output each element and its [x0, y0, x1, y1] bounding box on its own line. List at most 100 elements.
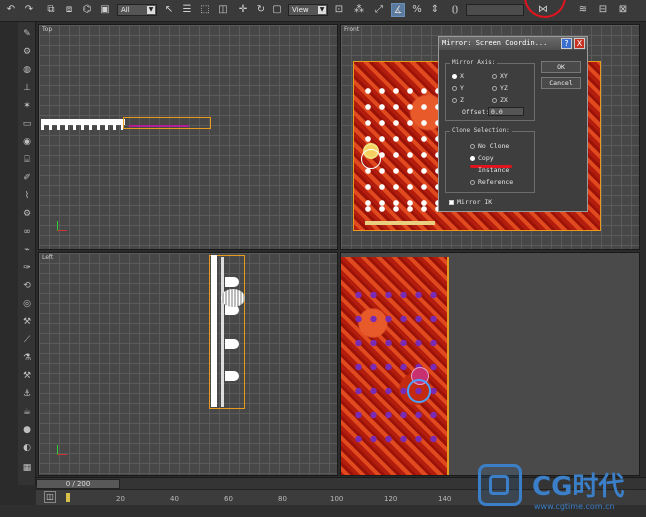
axis-option-y[interactable]: Y: [452, 84, 464, 92]
offset-field[interactable]: 0.0: [488, 107, 524, 116]
select-by-name-icon[interactable]: ☰: [180, 3, 194, 17]
viewport-top[interactable]: Top: [38, 24, 338, 250]
selection-filter-dropdown[interactable]: All ▼: [117, 4, 157, 16]
window-crossing-icon[interactable]: ◫: [216, 3, 230, 17]
radio-icon: [470, 155, 475, 161]
offset-value: 0.0: [491, 108, 503, 116]
knife-icon[interactable]: ⟋: [20, 334, 34, 346]
paint-icon[interactable]: ✑: [20, 262, 34, 274]
lasso-icon[interactable]: ⌇: [20, 190, 34, 202]
sphere-icon[interactable]: ●: [20, 424, 34, 436]
magenta-line: [129, 125, 189, 127]
material-icon[interactable]: ◐: [20, 442, 34, 454]
purple-dots-grid: [351, 283, 439, 453]
rect-region-icon[interactable]: ⬚: [198, 3, 212, 17]
render-icon[interactable]: ▦: [20, 462, 34, 474]
cylinder-icon[interactable]: ⌸: [20, 154, 34, 166]
reference-coord-value: View: [292, 6, 309, 14]
snap-toggle-icon[interactable]: ⁂: [352, 3, 366, 17]
named-selection-field[interactable]: [466, 4, 524, 16]
rotate-icon[interactable]: ↻: [254, 3, 268, 17]
tool-icon[interactable]: ⚒: [20, 316, 34, 328]
mirror-ik-checkbox[interactable]: Mirror IK: [449, 198, 492, 206]
display-icon[interactable]: ▭: [20, 118, 34, 130]
checkbox-icon: [449, 199, 454, 205]
axis-option-yz[interactable]: YZ: [492, 84, 508, 92]
watermark-url: www.cgtime.com.cn: [534, 502, 615, 511]
snap-icon[interactable]: ⤢: [372, 3, 386, 17]
redo-icon[interactable]: ↷: [22, 3, 36, 17]
link-icon[interactable]: ∞: [20, 226, 34, 238]
radio-icon: [492, 85, 497, 91]
curve-editor-icon[interactable]: ⊠: [616, 3, 630, 17]
scale-icon[interactable]: ▢: [270, 3, 284, 17]
star-icon[interactable]: ✶: [20, 100, 34, 112]
select-link-icon[interactable]: ⧉: [44, 3, 58, 17]
viewport-left[interactable]: Left: [38, 252, 338, 476]
clone-option-copy[interactable]: Copy: [470, 154, 494, 162]
align-icon[interactable]: ⊟: [596, 3, 610, 17]
teapot-icon[interactable]: ☕: [20, 406, 34, 418]
knob-ring: [407, 379, 431, 403]
motion-icon[interactable]: ⊥: [20, 82, 34, 94]
undo-icon[interactable]: ↶: [4, 3, 18, 17]
hammer-icon[interactable]: ⚒: [20, 370, 34, 382]
unlink-icon[interactable]: ⧈: [62, 3, 76, 17]
axis-gizmo: [57, 445, 67, 455]
axis-option-zx[interactable]: ZX: [492, 96, 508, 104]
gear-icon[interactable]: ⚙: [20, 208, 34, 220]
viewport-label: Front: [344, 26, 360, 33]
camera-icon[interactable]: ◉: [20, 136, 34, 148]
selected-object-outline: [123, 117, 211, 129]
bind-space-warp-icon[interactable]: ⌬: [80, 3, 94, 17]
curve-icon[interactable]: ◫: [44, 491, 56, 503]
wrench-icon[interactable]: ⚗: [20, 352, 34, 364]
close-button[interactable]: X: [574, 38, 585, 49]
create-icon[interactable]: ✎: [20, 28, 34, 40]
brush-icon[interactable]: ⌁: [20, 244, 34, 256]
percent-snap-icon[interactable]: %: [410, 3, 424, 17]
spinner-snap-icon[interactable]: ⇕: [428, 3, 442, 17]
tick-label: 40: [170, 495, 179, 503]
tick-label: 60: [224, 495, 233, 503]
mirror-axis-title: Mirror Axis:: [450, 59, 498, 66]
clone-option-instance[interactable]: Instance: [478, 166, 509, 174]
white-dots-row: [361, 201, 441, 215]
peg: [225, 277, 239, 287]
highlight-circle: [524, 0, 566, 18]
ok-button[interactable]: OK: [541, 61, 581, 73]
axis-option-xy[interactable]: XY: [492, 72, 508, 80]
axis-option-z[interactable]: Z: [452, 96, 464, 104]
edit-named-selection-icon[interactable]: ⦅⦆: [448, 3, 462, 17]
bind-icon[interactable]: ▣: [98, 3, 112, 17]
move-icon[interactable]: ✛: [236, 3, 250, 17]
watermark: CG时代 www.cgtime.com.cn: [468, 462, 646, 517]
viewport-perspective[interactable]: [340, 252, 640, 476]
clone-option-no-clone[interactable]: No Clone: [470, 142, 509, 150]
radio-icon: [470, 179, 475, 185]
time-slider-thumb[interactable]: 0 / 200: [36, 479, 120, 489]
hierarchy-icon[interactable]: ◍: [20, 64, 34, 76]
ring-icon[interactable]: ◎: [20, 298, 34, 310]
pen-icon[interactable]: ✐: [20, 172, 34, 184]
loop-icon[interactable]: ⟲: [20, 280, 34, 292]
cancel-button[interactable]: Cancel: [541, 77, 581, 89]
clone-selection-title: Clone Selection:: [450, 127, 512, 134]
help-button[interactable]: ?: [561, 38, 572, 49]
viewport-label: Top: [42, 26, 53, 33]
reference-coord-dropdown[interactable]: View ▼: [288, 4, 328, 16]
pivot-icon[interactable]: ⊡: [332, 3, 346, 17]
knob-mesh: [221, 289, 245, 307]
tick-label: 140: [438, 495, 452, 503]
axis-option-x[interactable]: X: [452, 72, 464, 80]
angle-snap-icon[interactable]: ∡: [391, 3, 405, 17]
radio-icon: [452, 73, 457, 79]
base-strip: [365, 221, 435, 225]
tick-label: 120: [384, 495, 398, 503]
clone-option-reference[interactable]: Reference: [470, 178, 513, 186]
modify-icon[interactable]: ⚙: [20, 46, 34, 58]
layer-icon[interactable]: ≋: [576, 3, 590, 17]
radio-icon: [492, 73, 497, 79]
anchor-icon[interactable]: ⚓: [20, 388, 34, 400]
select-icon[interactable]: ↖: [162, 3, 176, 17]
